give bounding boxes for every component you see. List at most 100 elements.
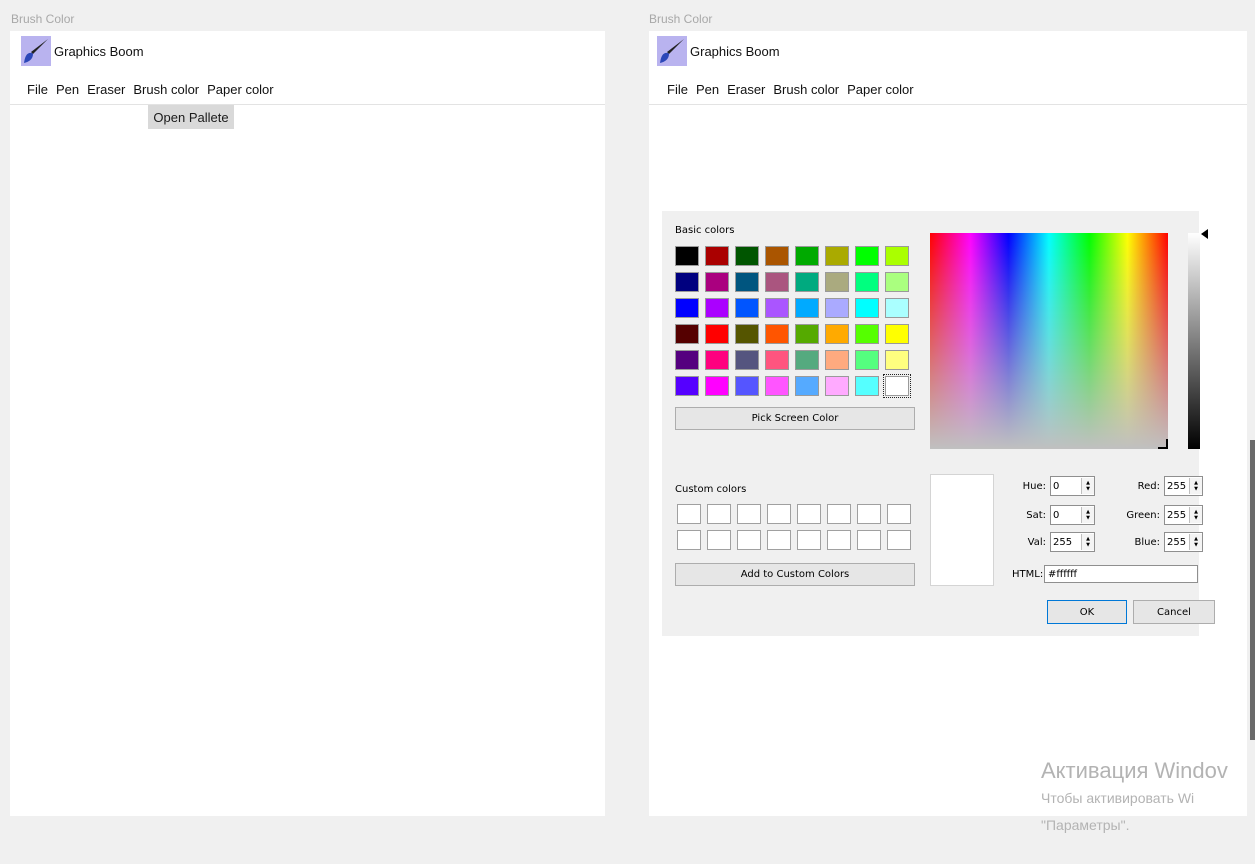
basic-color-swatch[interactable] <box>735 272 759 292</box>
menu-file[interactable]: File <box>23 79 52 100</box>
value-slider-arrow-icon[interactable] <box>1201 229 1208 239</box>
custom-color-swatch[interactable] <box>677 504 701 524</box>
basic-color-swatch[interactable] <box>855 350 879 370</box>
hue-spinbox[interactable]: 0 ▲ ▼ <box>1050 476 1095 496</box>
spin-arrows-icon[interactable]: ▲ ▼ <box>1189 478 1202 494</box>
basic-color-swatch[interactable] <box>795 272 819 292</box>
basic-color-swatch[interactable] <box>795 350 819 370</box>
basic-color-swatch[interactable] <box>705 298 729 318</box>
custom-color-swatch[interactable] <box>797 530 821 550</box>
basic-color-swatch[interactable] <box>765 246 789 266</box>
blue-spinbox[interactable]: 255 ▲ ▼ <box>1164 532 1203 552</box>
basic-color-swatch[interactable] <box>675 350 699 370</box>
custom-color-swatch[interactable] <box>887 530 911 550</box>
basic-color-swatch[interactable] <box>855 324 879 344</box>
spin-arrows-icon[interactable]: ▲ ▼ <box>1189 534 1202 550</box>
custom-color-swatch[interactable] <box>677 530 701 550</box>
basic-color-swatch[interactable] <box>705 376 729 396</box>
basic-color-swatch[interactable] <box>675 298 699 318</box>
basic-color-swatch[interactable] <box>885 298 909 318</box>
basic-color-swatch[interactable] <box>825 246 849 266</box>
basic-color-swatch[interactable] <box>735 298 759 318</box>
basic-color-swatch[interactable] <box>735 324 759 344</box>
menu-eraser[interactable]: Eraser <box>723 79 769 100</box>
spin-arrows-icon[interactable]: ▲ ▼ <box>1081 478 1094 494</box>
sat-value[interactable]: 0 <box>1051 510 1081 521</box>
custom-color-swatch[interactable] <box>857 530 881 550</box>
value-slider[interactable] <box>1188 233 1200 449</box>
custom-color-swatch[interactable] <box>767 504 791 524</box>
basic-color-swatch[interactable] <box>825 324 849 344</box>
basic-color-swatch[interactable] <box>735 246 759 266</box>
basic-color-swatch[interactable] <box>855 246 879 266</box>
basic-color-swatch[interactable] <box>705 272 729 292</box>
hue-saturation-picker[interactable] <box>930 233 1168 449</box>
menu-pen[interactable]: Pen <box>692 79 723 100</box>
val-value[interactable]: 255 <box>1051 537 1081 548</box>
basic-color-swatch[interactable] <box>855 272 879 292</box>
cancel-button[interactable]: Cancel <box>1133 600 1215 624</box>
spin-arrows-icon[interactable]: ▲ ▼ <box>1189 507 1202 523</box>
menu-brush-color[interactable]: Brush color <box>769 79 843 100</box>
val-spinbox[interactable]: 255 ▲ ▼ <box>1050 532 1095 552</box>
basic-color-swatch[interactable] <box>825 298 849 318</box>
custom-color-swatch[interactable] <box>737 504 761 524</box>
basic-color-swatch[interactable] <box>885 324 909 344</box>
spin-arrows-icon[interactable]: ▲ ▼ <box>1081 507 1094 523</box>
green-spinbox[interactable]: 255 ▲ ▼ <box>1164 505 1203 525</box>
custom-color-swatch[interactable] <box>737 530 761 550</box>
basic-color-swatch[interactable] <box>855 298 879 318</box>
basic-color-swatch[interactable] <box>675 272 699 292</box>
custom-color-swatch[interactable] <box>707 504 731 524</box>
picker-crosshair[interactable] <box>1158 439 1168 449</box>
basic-color-swatch[interactable] <box>795 298 819 318</box>
blue-value[interactable]: 255 <box>1165 537 1189 548</box>
custom-color-swatch[interactable] <box>797 504 821 524</box>
basic-color-swatch[interactable] <box>825 350 849 370</box>
red-value[interactable]: 255 <box>1165 481 1189 492</box>
basic-color-swatch[interactable] <box>705 246 729 266</box>
pick-screen-color-button[interactable]: Pick Screen Color <box>675 407 915 430</box>
hue-value[interactable]: 0 <box>1051 481 1081 492</box>
red-spinbox[interactable]: 255 ▲ ▼ <box>1164 476 1203 496</box>
basic-color-swatch[interactable] <box>705 350 729 370</box>
basic-color-swatch[interactable] <box>735 350 759 370</box>
menu-pen[interactable]: Pen <box>52 79 83 100</box>
spin-arrows-icon[interactable]: ▲ ▼ <box>1081 534 1094 550</box>
menu-paper-color[interactable]: Paper color <box>843 79 917 100</box>
basic-color-swatch[interactable] <box>675 376 699 396</box>
custom-color-swatch[interactable] <box>827 530 851 550</box>
basic-color-swatch[interactable] <box>735 376 759 396</box>
custom-color-swatch[interactable] <box>887 504 911 524</box>
custom-color-swatch[interactable] <box>767 530 791 550</box>
custom-color-swatch[interactable] <box>827 504 851 524</box>
basic-color-swatch[interactable] <box>765 272 789 292</box>
basic-color-swatch[interactable] <box>765 324 789 344</box>
basic-color-swatch[interactable] <box>855 376 879 396</box>
basic-color-swatch[interactable] <box>885 272 909 292</box>
green-value[interactable]: 255 <box>1165 510 1189 521</box>
menu-eraser[interactable]: Eraser <box>83 79 129 100</box>
ok-button[interactable]: OK <box>1047 600 1127 624</box>
menu-file[interactable]: File <box>663 79 692 100</box>
html-color-input[interactable]: #ffffff <box>1044 565 1198 583</box>
menu-paper-color[interactable]: Paper color <box>203 79 277 100</box>
basic-color-swatch[interactable] <box>795 246 819 266</box>
basic-color-swatch[interactable] <box>885 350 909 370</box>
basic-color-swatch[interactable] <box>765 350 789 370</box>
basic-color-swatch[interactable] <box>825 272 849 292</box>
basic-color-swatch[interactable] <box>705 324 729 344</box>
basic-color-swatch[interactable] <box>885 246 909 266</box>
add-to-custom-colors-button[interactable]: Add to Custom Colors <box>675 563 915 586</box>
basic-color-swatch[interactable] <box>825 376 849 396</box>
menu-brush-color[interactable]: Brush color <box>129 79 203 100</box>
custom-color-swatch[interactable] <box>857 504 881 524</box>
custom-color-swatch[interactable] <box>707 530 731 550</box>
scrollbar-thumb[interactable] <box>1250 440 1255 740</box>
sat-spinbox[interactable]: 0 ▲ ▼ <box>1050 505 1095 525</box>
basic-color-swatch[interactable] <box>765 376 789 396</box>
basic-color-swatch[interactable] <box>765 298 789 318</box>
basic-color-swatch[interactable] <box>795 324 819 344</box>
basic-color-swatch[interactable] <box>883 374 911 398</box>
basic-color-swatch[interactable] <box>675 324 699 344</box>
